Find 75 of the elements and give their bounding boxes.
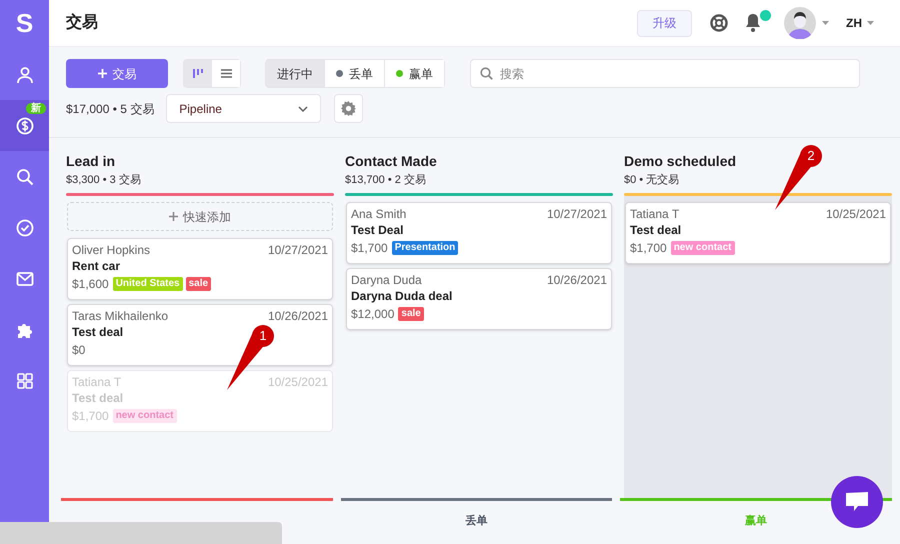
- deal-date: 10/27/2021: [268, 242, 328, 258]
- language-menu[interactable]: ZH: [846, 14, 874, 32]
- contact-name: Tatiana T: [72, 374, 122, 390]
- chevron-down-icon: [298, 106, 308, 112]
- page-title: 交易: [66, 12, 98, 33]
- column-title: Lead in: [66, 152, 116, 170]
- view-toggle[interactable]: [184, 60, 212, 87]
- deal-title: Test Deal: [351, 222, 404, 239]
- chat-button[interactable]: [831, 476, 883, 528]
- deal-card[interactable]: Oliver Hopkins 10/27/2021 Rent car $1,600 United States sale: [67, 238, 333, 300]
- deal-amount: $0: [72, 342, 86, 359]
- dollar-icon: [16, 116, 34, 134]
- help-icon[interactable]: [710, 14, 728, 32]
- quick-add-button[interactable]: 快速添加: [67, 202, 333, 231]
- deal-title: Test deal: [72, 390, 124, 407]
- plus-icon: [98, 69, 106, 78]
- deal-title: Test deal: [72, 324, 124, 341]
- app-logo[interactable]: S: [0, 0, 49, 47]
- deal-card[interactable]: Ana Smith 10/27/2021 Test Deal $1,700 Presentation: [346, 202, 612, 264]
- deal-tag: sale: [398, 307, 424, 321]
- add-deal-button[interactable]: 交易: [66, 59, 168, 88]
- column-summary: $0 • 无交易: [624, 173, 680, 187]
- deal-card[interactable]: Daryna Duda 10/26/2021 Daryna Duda deal $12,000 sale: [346, 268, 612, 330]
- deal-tag: sale: [186, 277, 212, 291]
- deal-date: 10/26/2021: [546, 272, 607, 288]
- deal-amount: $1,700: [72, 408, 109, 425]
- search-icon: [16, 168, 34, 186]
- deal-amount: $1,700: [630, 240, 667, 257]
- deal-date: 10/26/2021: [268, 308, 328, 324]
- deal-title: Daryna Duda deal: [351, 288, 452, 305]
- deal-date: 10/25/2021: [268, 374, 328, 390]
- search-icon: [480, 67, 493, 80]
- deal-date: 10/25/2021: [826, 206, 886, 222]
- board-view-icon: [192, 67, 204, 80]
- column-title: Demo scheduled: [624, 152, 736, 170]
- status-filter-tab[interactable]: 赢单: [384, 60, 444, 87]
- settings-button[interactable]: [334, 94, 364, 123]
- column-summary: $3,300 • 3 交易: [66, 173, 142, 187]
- mail-icon: [16, 270, 34, 288]
- contact-name: Ana Smith: [351, 206, 406, 222]
- contact-name: Oliver Hopkins: [72, 242, 150, 258]
- column-title: Contact Made: [345, 152, 437, 170]
- deal-tag: Presentation: [392, 241, 458, 255]
- caret-icon[interactable]: [822, 21, 829, 25]
- user-icon: [16, 66, 34, 84]
- settings-icon: [341, 101, 356, 116]
- bell-icon[interactable]: [745, 13, 761, 32]
- deal-title: Test deal: [630, 222, 682, 239]
- pipeline-select[interactable]: Pipeline: [166, 94, 322, 123]
- deal-amount: $1,600: [72, 276, 109, 293]
- grid-icon: [16, 372, 34, 390]
- deals-summary: $17,000 • 5 交易: [66, 100, 154, 118]
- deal-tag: new contact: [670, 241, 734, 255]
- deal-amount: $12,000: [351, 306, 394, 323]
- plus-icon: [169, 212, 178, 221]
- check-circle-icon: [16, 218, 34, 236]
- avatar[interactable]: [784, 7, 816, 39]
- deal-tag: United States: [112, 277, 183, 291]
- upgrade-button[interactable]: 升级: [637, 10, 692, 36]
- contact-name: Taras Mikhailenko: [72, 308, 168, 324]
- caret-icon: [867, 21, 874, 25]
- deal-tag: new contact: [112, 409, 176, 423]
- deal-card[interactable]: Tatiana T 10/25/2021 Test deal $1,700 new contact: [625, 202, 891, 264]
- contact-name: Tatiana T: [630, 206, 680, 222]
- drop-zone-label[interactable]: 丢单: [465, 513, 488, 530]
- status-filter-tab[interactable]: 进行中: [266, 60, 324, 87]
- deal-amount: $1,700: [351, 240, 388, 257]
- list-icon: [220, 67, 232, 80]
- chat-icon: [845, 491, 869, 513]
- new-badge: 新: [26, 103, 46, 114]
- search-field[interactable]: 搜索: [470, 59, 860, 88]
- deal-date: 10/27/2021: [546, 206, 607, 222]
- column-summary: $13,700 • 2 交易: [345, 173, 427, 187]
- deal-title: Rent car: [72, 258, 120, 275]
- contact-name: Daryna Duda: [351, 272, 422, 288]
